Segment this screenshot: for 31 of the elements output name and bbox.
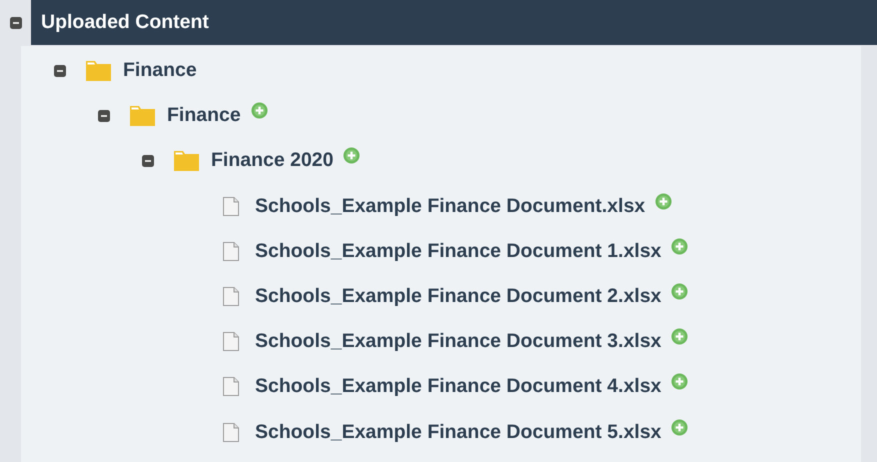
folder-icon xyxy=(86,60,111,81)
collapse-icon[interactable] xyxy=(98,110,110,122)
folder-name[interactable]: Finance xyxy=(123,59,197,82)
file-icon xyxy=(222,287,238,306)
file-name[interactable]: Schools_Example Finance Document 5.xlsx xyxy=(255,420,662,444)
add-icon[interactable] xyxy=(250,102,268,120)
add-icon[interactable] xyxy=(671,328,688,346)
tree-header[interactable]: Uploaded Content xyxy=(31,0,877,45)
folder-name[interactable]: Finance xyxy=(167,104,241,128)
add-icon[interactable] xyxy=(655,192,672,210)
file-icon xyxy=(222,422,238,442)
file-name[interactable]: Schools_Example Finance Document 2.xlsx xyxy=(255,285,662,308)
file-name[interactable]: Schools_Example Finance Document.xlsx xyxy=(255,194,646,218)
collapse-icon[interactable] xyxy=(142,154,154,167)
folder-icon xyxy=(130,106,155,126)
collapse-icon[interactable] xyxy=(54,64,66,77)
add-icon[interactable] xyxy=(671,238,688,255)
folder-name[interactable]: Finance 2020 xyxy=(211,149,334,172)
file-icon xyxy=(222,196,238,216)
collapse-icon[interactable] xyxy=(10,16,22,28)
file-name[interactable]: Schools_Example Finance Document 3.xlsx xyxy=(255,330,662,354)
folder-icon xyxy=(174,150,199,171)
add-icon[interactable] xyxy=(671,283,688,300)
file-icon xyxy=(222,332,238,352)
add-icon[interactable] xyxy=(671,373,688,390)
file-icon xyxy=(222,377,238,396)
file-icon xyxy=(222,242,238,261)
file-name[interactable]: Schools_Example Finance Document 4.xlsx xyxy=(255,375,662,398)
file-name[interactable]: Schools_Example Finance Document 1.xlsx xyxy=(255,240,662,263)
add-icon[interactable] xyxy=(671,418,688,436)
add-icon[interactable] xyxy=(343,147,360,164)
